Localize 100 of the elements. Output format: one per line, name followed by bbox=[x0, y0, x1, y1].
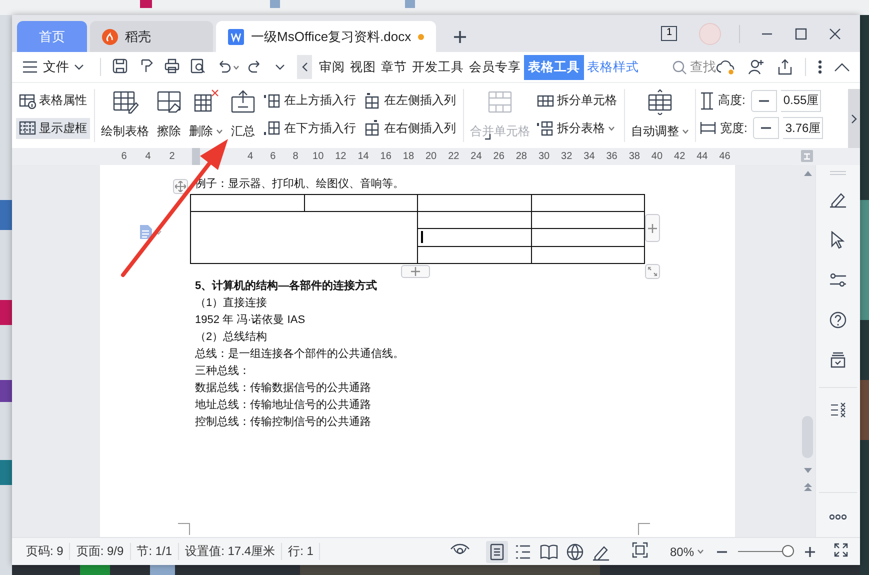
help-icon[interactable] bbox=[829, 311, 847, 329]
eye-icon[interactable] bbox=[450, 543, 470, 557]
ribbon-tab[interactable]: 会员专享 bbox=[467, 54, 524, 80]
tab[interactable]: 稻壳 bbox=[90, 21, 213, 52]
paragraph: 地址总线：传输地址信号的公共通路 bbox=[195, 398, 372, 413]
ruler-number: 2 bbox=[168, 151, 176, 162]
ruler-toggle-icon[interactable] bbox=[801, 150, 813, 162]
more-icon[interactable] bbox=[817, 59, 824, 75]
insert-column-icon bbox=[364, 120, 381, 136]
autofit-icon bbox=[646, 89, 674, 115]
resize-icon bbox=[648, 267, 657, 276]
share-icon[interactable] bbox=[776, 58, 794, 76]
arrow-up-icon[interactable] bbox=[804, 171, 812, 176]
table-cell[interactable] bbox=[531, 194, 644, 212]
zoom-in-icon[interactable] bbox=[804, 546, 816, 558]
table-cell[interactable] bbox=[531, 228, 644, 246]
insert-row-icon bbox=[264, 120, 281, 136]
ruler-number: 12 bbox=[334, 151, 348, 162]
ruler-number: 34 bbox=[582, 151, 596, 162]
cloud-sync-icon[interactable] bbox=[716, 58, 736, 76]
clear-format-icon[interactable] bbox=[830, 402, 846, 418]
summary-icon bbox=[229, 89, 257, 115]
table-cell[interactable] bbox=[190, 212, 418, 264]
ruler-number: 36 bbox=[605, 151, 618, 162]
ruler-number: 32 bbox=[560, 151, 574, 162]
tab[interactable]: 一级MsOffice复习资料.docx bbox=[216, 21, 436, 52]
ribbon-tab[interactable]: 视图 bbox=[348, 54, 378, 80]
ribbon-button[interactable]: 在左侧插入列 bbox=[361, 90, 459, 112]
ribbon-button[interactable]: 表格属性 bbox=[16, 90, 90, 112]
document-icon bbox=[140, 225, 152, 239]
draw-table-icon bbox=[111, 89, 139, 115]
ribbon-button[interactable]: 在上方插入行 bbox=[261, 90, 359, 112]
add-user-icon[interactable] bbox=[747, 58, 766, 76]
table-cell[interactable] bbox=[418, 228, 531, 246]
table-cell[interactable] bbox=[531, 246, 644, 264]
add-row-button[interactable] bbox=[401, 265, 430, 278]
table-cell[interactable] bbox=[531, 212, 644, 228]
flame-icon bbox=[102, 28, 118, 44]
table-cell[interactable] bbox=[418, 246, 531, 264]
save-icon[interactable] bbox=[112, 58, 128, 74]
caret-icon bbox=[697, 549, 704, 554]
ribbon-button[interactable]: 自动调整 bbox=[628, 87, 692, 142]
ribbon-button[interactable]: 擦除 bbox=[152, 87, 186, 142]
ribbon-button[interactable]: 显示虚框 bbox=[16, 118, 90, 139]
table-cell[interactable] bbox=[190, 194, 304, 212]
view-button[interactable] bbox=[486, 540, 508, 562]
zoom-slider-thumb[interactable] bbox=[782, 545, 794, 557]
ribbon-button[interactable]: 汇总 bbox=[226, 87, 260, 142]
previous-page-icon[interactable] bbox=[804, 483, 812, 491]
ruler-number: 42 bbox=[673, 151, 686, 162]
dropdown-icon[interactable] bbox=[274, 62, 286, 72]
plus-icon bbox=[648, 224, 657, 232]
caret-icon bbox=[232, 64, 240, 70]
zoom-level[interactable]: 80% bbox=[670, 544, 704, 558]
search-button[interactable]: 查找 bbox=[672, 58, 716, 76]
arrow-down-icon[interactable] bbox=[804, 468, 812, 473]
paragraph: 数据总线：传输数据信号的公共通路 bbox=[195, 380, 372, 396]
globe-icon bbox=[566, 542, 584, 560]
window-count[interactable]: 1 bbox=[661, 26, 677, 41]
ribbon-button[interactable]: 在下方插入行 bbox=[261, 118, 359, 139]
file-menu[interactable]: 文件 bbox=[22, 58, 84, 76]
ribbon-button[interactable]: 拆分单元格 bbox=[534, 90, 620, 112]
dashed-grid-icon bbox=[19, 120, 36, 136]
pointer-icon[interactable] bbox=[830, 231, 846, 249]
sliders-icon[interactable] bbox=[829, 272, 847, 288]
table-cell[interactable] bbox=[304, 194, 418, 212]
preview-icon[interactable] bbox=[190, 58, 206, 74]
maximize-icon bbox=[795, 28, 807, 40]
table-cell[interactable] bbox=[418, 212, 531, 228]
table-cell[interactable] bbox=[418, 194, 531, 212]
ribbon-button[interactable]: 删除 bbox=[186, 87, 226, 142]
resize-table-button[interactable] bbox=[645, 264, 660, 279]
ribbon-tab[interactable]: 表格样式 bbox=[585, 54, 642, 80]
decrease-button[interactable] bbox=[753, 117, 780, 140]
check-tray-icon[interactable] bbox=[830, 352, 846, 368]
ribbon-button[interactable]: 绘制表格 bbox=[98, 87, 152, 142]
decrease-button[interactable] bbox=[751, 90, 778, 112]
ribbon-tab[interactable]: 章节 bbox=[379, 54, 410, 80]
tab-label: 稻壳 bbox=[125, 28, 151, 46]
ribbon-button[interactable]: 拆分表格 bbox=[534, 118, 620, 139]
table-move-handle[interactable] bbox=[173, 179, 188, 194]
paragraph: （1）直接连接 bbox=[195, 296, 268, 311]
page-view-icon bbox=[488, 542, 506, 560]
ribbon-tab[interactable]: 审阅 bbox=[317, 54, 348, 80]
status-field: 设置值: 17.4厘米 bbox=[179, 543, 282, 560]
add-column-button[interactable] bbox=[645, 214, 660, 242]
minus-icon bbox=[759, 100, 770, 102]
fit-page-icon[interactable] bbox=[632, 542, 648, 558]
print-icon[interactable] bbox=[164, 58, 180, 74]
caret-icon bbox=[155, 230, 162, 234]
ribbon-button[interactable]: 在右侧插入列 bbox=[361, 118, 459, 139]
size-field[interactable]: 3.76厘 bbox=[783, 117, 824, 140]
scroll-left-button[interactable] bbox=[297, 55, 312, 79]
fullscreen-icon[interactable] bbox=[834, 543, 848, 557]
status-field: 页码: 9 bbox=[20, 543, 70, 560]
ruler-number: 44 bbox=[696, 151, 709, 162]
more-icon[interactable] bbox=[829, 514, 847, 520]
ribbon-tab[interactable]: 开发工具 bbox=[410, 54, 466, 80]
collapse-icon[interactable] bbox=[834, 62, 850, 72]
size-field[interactable]: 0.55厘 bbox=[781, 90, 822, 112]
